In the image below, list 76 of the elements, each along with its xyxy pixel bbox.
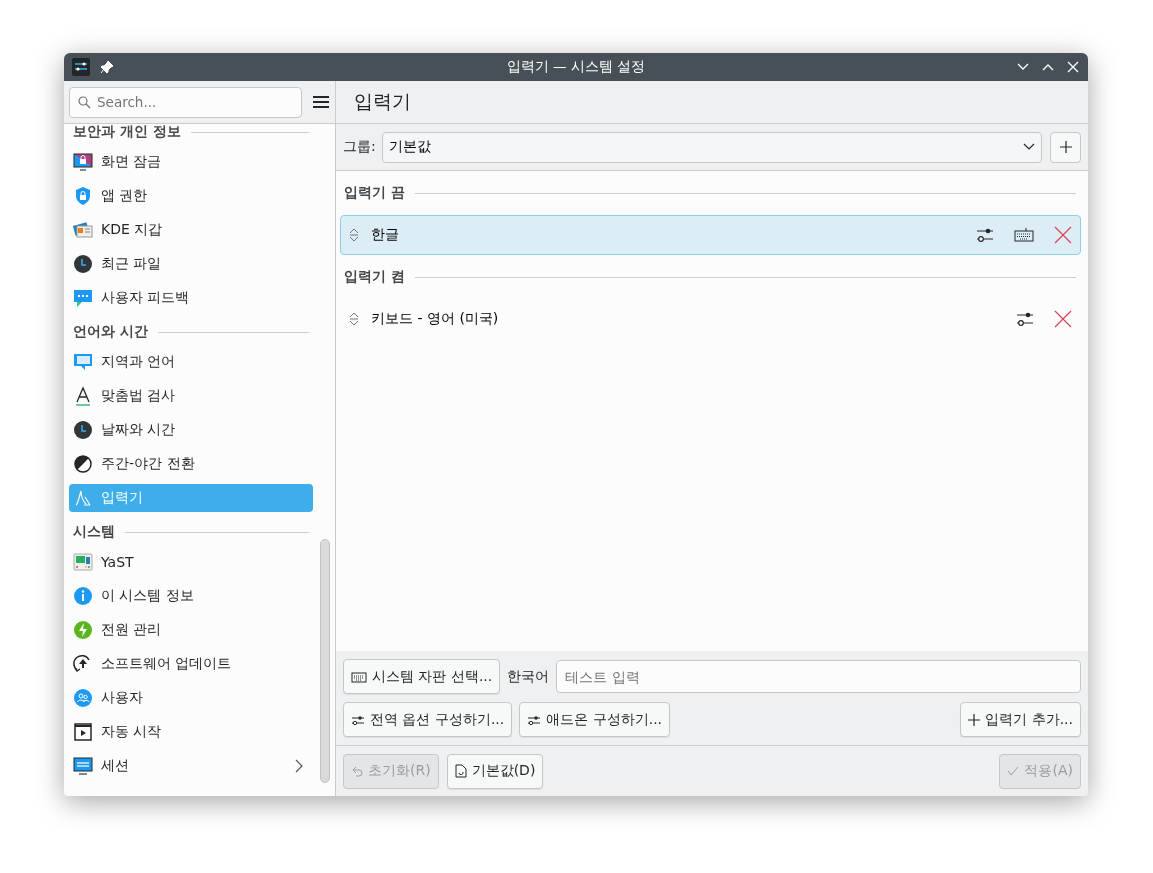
sidebar-item[interactable]: 최근 파일 (69, 250, 313, 278)
settings-sliders-icon[interactable] (1016, 311, 1034, 327)
window-play-icon (73, 722, 93, 742)
keyboard-layout-button[interactable]: 시스템 자판 선택... (343, 659, 501, 694)
sidebar-item[interactable]: 날짜와 시간 (69, 416, 313, 444)
section-heading: 보안과 개인 정보 (73, 124, 181, 141)
plus-icon (968, 713, 981, 726)
checkmark-icon (1007, 766, 1020, 776)
search-field[interactable]: Search... (69, 86, 302, 118)
sidebar-item[interactable]: 소프트웨어 업데이트 (69, 650, 313, 678)
letter-a-icon (73, 386, 93, 406)
test-input-field[interactable]: 테스트 입력 (556, 660, 1081, 693)
close-icon[interactable] (1066, 60, 1080, 74)
sidebar-item[interactable]: 앱 권한 (69, 182, 313, 210)
configure-button[interactable]: 전역 옵션 구성하기... (343, 702, 513, 737)
language-label: 한국어 (507, 667, 550, 686)
group-label: 그룹: (343, 138, 376, 156)
configure-button[interactable]: 애드온 구성하기... (519, 702, 671, 737)
menu-icon[interactable] (312, 95, 330, 109)
sidebar-item[interactable]: 사용자 (69, 684, 313, 712)
settings-sliders-icon (527, 713, 542, 726)
sidebar-item[interactable]: 지역과 언어 (69, 348, 313, 376)
speech-bubble-icon (73, 288, 93, 308)
sidebar-item[interactable]: 자동 시작 (69, 718, 313, 746)
input-method-icon (73, 488, 93, 508)
users-icon (73, 688, 93, 708)
monitor-icon (73, 756, 93, 776)
input-method-row[interactable]: 키보드 - 영어 (미국) (340, 299, 1081, 339)
clock-icon (73, 254, 93, 274)
drag-handle-icon[interactable] (349, 228, 359, 242)
input-method-row[interactable]: 한글 (340, 215, 1081, 255)
window-title: 입력기 — 시스템 설정 (506, 58, 646, 76)
info-icon (73, 586, 93, 606)
sidebar-item[interactable]: 맞춤법 검사 (69, 382, 313, 410)
page-title: 입력기 (354, 89, 411, 114)
settings-sliders-icon (351, 713, 365, 726)
chevron-down-icon (1023, 143, 1035, 151)
shield-lock-icon (73, 186, 93, 206)
scrollbar-thumb[interactable] (320, 539, 330, 783)
monitor-lock-icon (73, 152, 93, 172)
chevron-right-icon (295, 759, 303, 773)
section-heading: 언어와 시간 (73, 323, 148, 341)
add-input-method-button[interactable]: 입력기 추가... (960, 702, 1081, 737)
control-panel-icon (73, 552, 93, 572)
lightning-icon (73, 620, 93, 640)
add-group-button[interactable] (1050, 131, 1081, 163)
speech-bubble-icon (73, 352, 93, 372)
search-icon (78, 95, 91, 109)
pin-icon[interactable] (100, 60, 114, 74)
plus-icon (1059, 141, 1072, 153)
sidebar-item[interactable]: 화면 잠금 (69, 148, 313, 176)
clock-icon (73, 420, 93, 440)
section-heading: 입력기 끔 (344, 184, 405, 202)
document-icon (454, 764, 467, 778)
sidebar-item[interactable]: 세션 (69, 752, 313, 780)
cards-icon (73, 220, 93, 240)
sidebar-item[interactable]: 사용자 피드백 (69, 284, 313, 312)
defaults-button[interactable]: 기본값(D) (446, 753, 544, 789)
section-heading: 입력기 켬 (344, 268, 405, 286)
sidebar-item[interactable]: 전원 관리 (69, 616, 313, 644)
update-icon (73, 654, 93, 674)
section-heading: 시스템 (73, 523, 115, 541)
remove-icon[interactable] (1054, 310, 1072, 328)
keyboard-icon[interactable] (1014, 228, 1034, 242)
drag-handle-icon[interactable] (349, 312, 359, 326)
keyboard-icon (351, 670, 367, 683)
undo-icon (351, 765, 363, 777)
settings-icon (72, 58, 90, 76)
sidebar-item[interactable]: 주간-야간 전환 (69, 450, 313, 478)
remove-icon[interactable] (1054, 226, 1072, 244)
settings-sliders-icon[interactable] (976, 227, 994, 243)
group-dropdown[interactable]: 기본값 (381, 131, 1042, 163)
sidebar-item[interactable]: KDE 지갑 (69, 216, 313, 244)
sidebar-item[interactable]: 이 시스템 정보 (69, 582, 313, 610)
sidebar-item[interactable]: YaST (69, 548, 313, 576)
half-circle-icon (73, 454, 93, 474)
